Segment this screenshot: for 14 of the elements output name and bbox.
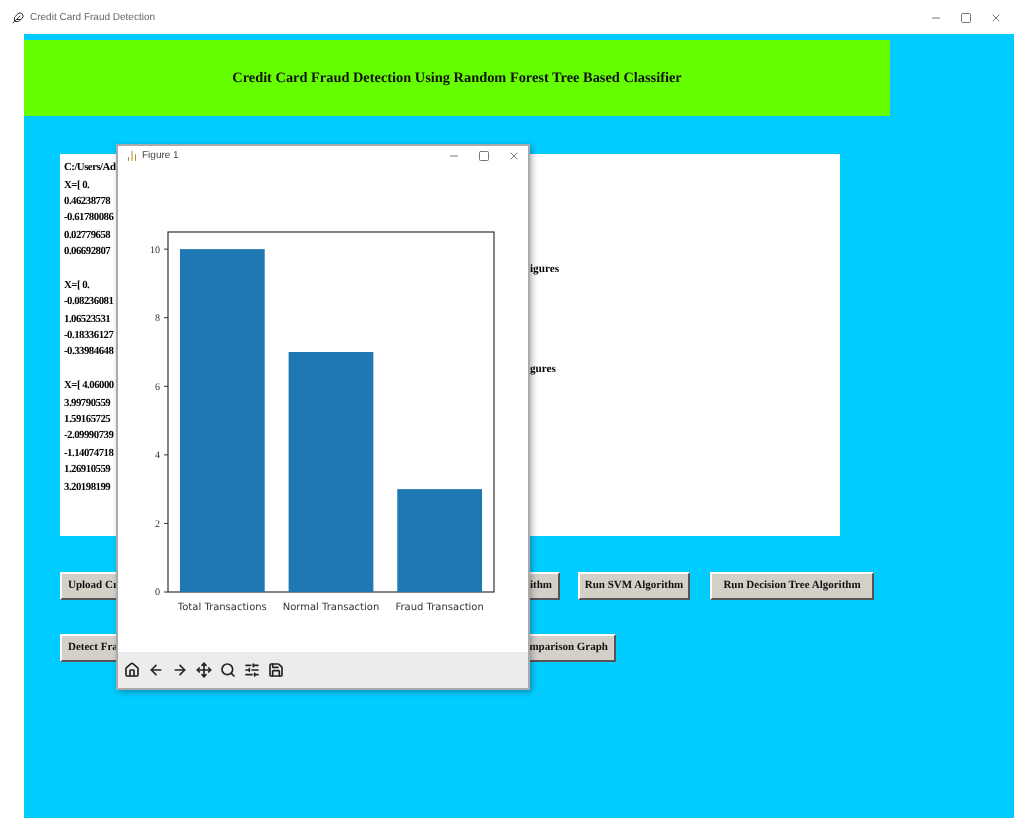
feather-icon [12,11,24,23]
maximize-icon[interactable] [960,11,972,23]
save-icon[interactable] [266,661,286,678]
move-icon[interactable] [194,661,214,678]
bar [397,488,483,592]
back-arrow-icon[interactable] [146,661,166,678]
forward-arrow-icon[interactable] [170,661,190,678]
maximize-icon[interactable] [478,149,490,162]
chart-icon [126,149,138,162]
home-icon[interactable] [122,661,142,678]
close-icon[interactable] [990,11,1002,23]
zoom-icon[interactable] [218,661,238,678]
sliders-icon[interactable] [242,661,262,678]
close-icon[interactable] [508,149,520,162]
